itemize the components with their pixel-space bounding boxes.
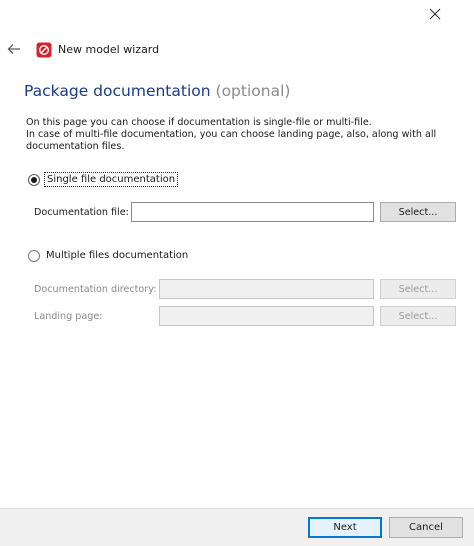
wizard-window: New model wizard Package documentation (… [0,0,474,546]
single-file-radio-option[interactable]: Single file documentation [28,172,179,187]
description-line: On this page you can choose if documenta… [26,117,372,128]
back-button[interactable] [5,40,23,58]
window-title: New model wizard [58,43,160,56]
single-file-radio[interactable] [28,173,40,186]
documentation-file-select-button[interactable]: Select... [380,202,456,222]
documentation-directory-select-button[interactable]: Select... [380,279,456,299]
description-line: In case of multi-file documentation, you… [26,129,437,140]
documentation-file-input[interactable] [131,202,374,222]
landing-page-select-button[interactable]: Select... [380,306,456,326]
description-line: documentation files. [26,141,125,152]
app-logo-icon [36,42,52,58]
close-button[interactable] [422,2,448,26]
landing-page-input[interactable] [159,306,374,326]
documentation-file-label: Documentation file: [34,207,129,218]
landing-page-label: Landing page: [34,311,103,322]
documentation-directory-label: Documentation directory: [34,284,157,295]
page-description: On this page you can choose if documenta… [26,117,466,153]
multiple-files-radio-label[interactable]: Multiple files documentation [44,249,190,262]
multiple-files-radio[interactable] [28,249,40,262]
multiple-files-radio-option[interactable]: Multiple files documentation [28,249,190,262]
page-title: Package documentation (optional) [24,82,290,100]
close-icon [429,8,441,20]
next-button[interactable]: Next [308,517,382,538]
footer-bar: Next Cancel [0,508,474,546]
page-title-optional: (optional) [215,82,291,100]
cancel-button[interactable]: Cancel [389,517,463,538]
documentation-directory-input[interactable] [159,279,374,299]
single-file-radio-label[interactable]: Single file documentation [44,172,179,187]
back-arrow-icon [7,44,20,54]
page-title-text: Package documentation [24,82,211,100]
